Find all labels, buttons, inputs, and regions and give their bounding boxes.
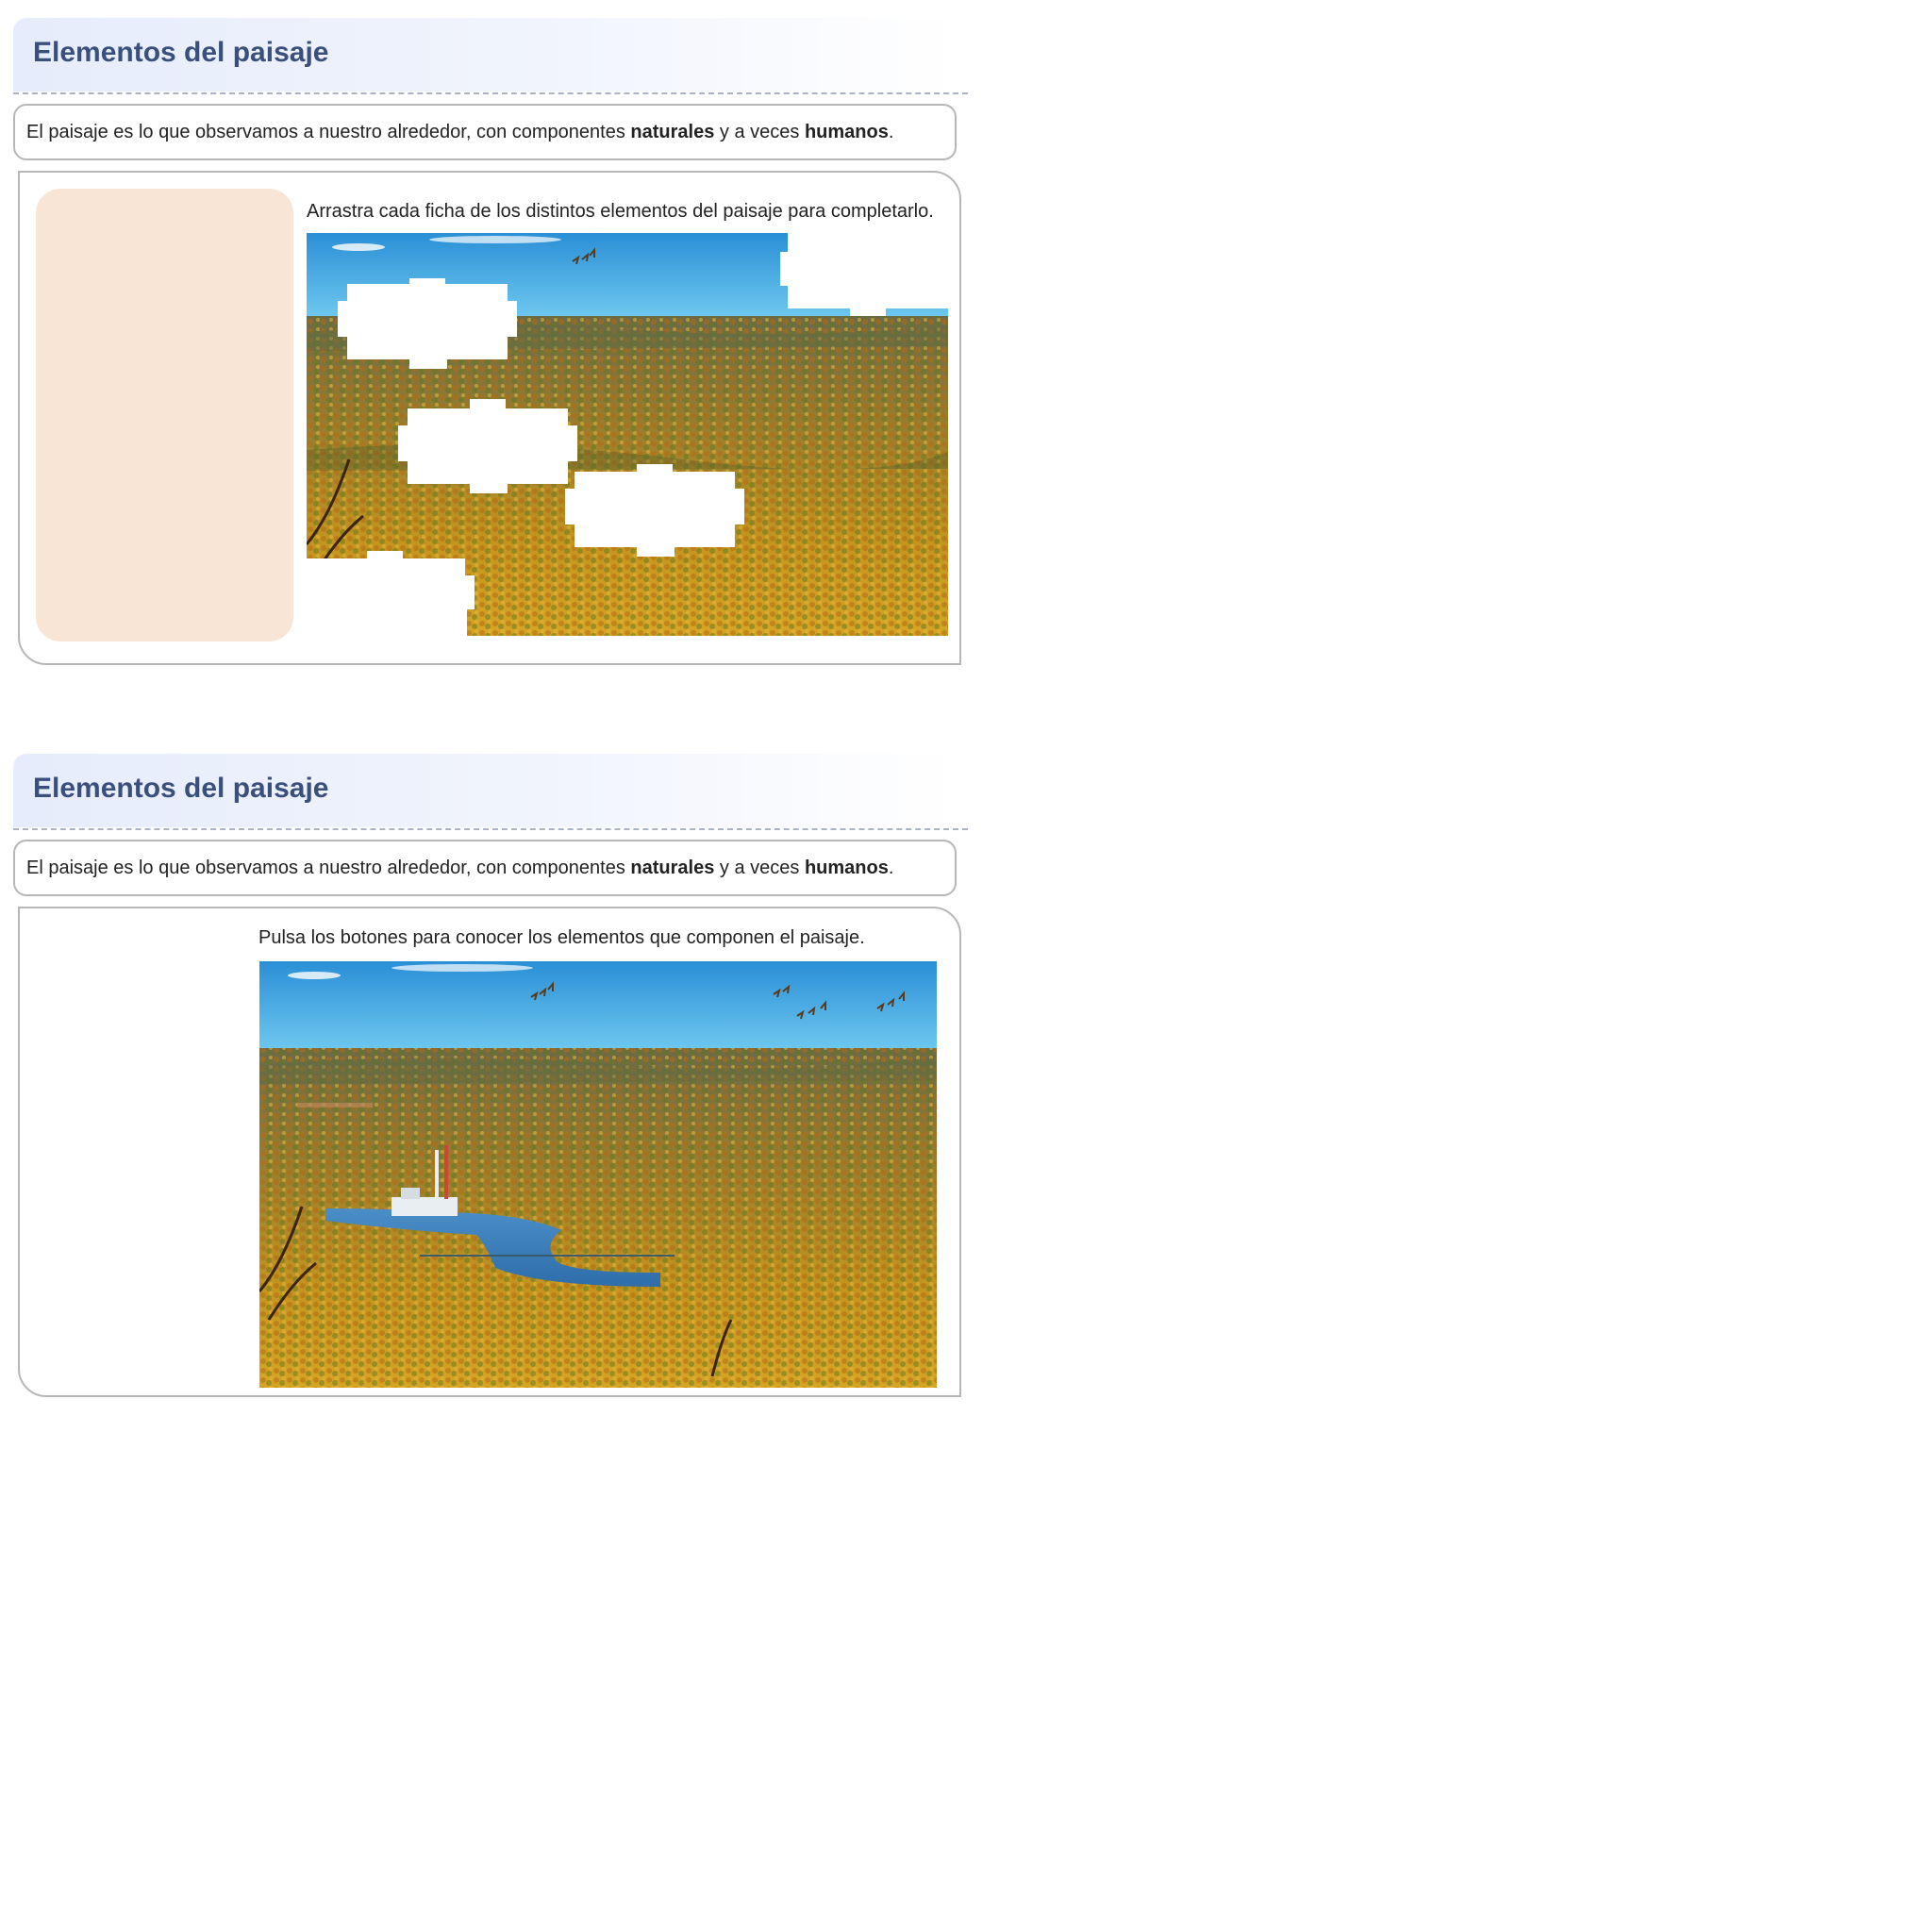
instruction-text: Pulsa los botones para conocer los eleme… bbox=[258, 927, 865, 948]
activity-panel: Pulsa los botones para conocer los eleme… bbox=[18, 907, 961, 1397]
puzzle-slot-trees[interactable] bbox=[307, 551, 476, 636]
intro-text: El paisaje es lo que observamos a nuestr… bbox=[13, 104, 957, 160]
intro-text-start: El paisaje es lo que observamos a nuestr… bbox=[26, 122, 631, 142]
intro-text-middle: y a veces bbox=[714, 858, 805, 878]
landscape-image bbox=[259, 961, 937, 1388]
intro-text: El paisaje es lo que observamos a nuestr… bbox=[13, 840, 957, 896]
instruction-text: Arrastra cada ficha de los distintos ele… bbox=[307, 201, 934, 222]
divider bbox=[13, 92, 968, 94]
page-title: Elementos del paisaje bbox=[33, 37, 329, 68]
activity-header: Elementos del paisaje bbox=[13, 18, 957, 92]
token-tray[interactable] bbox=[36, 189, 293, 641]
divider bbox=[13, 828, 968, 830]
puzzle-slot-river[interactable] bbox=[565, 464, 744, 558]
intro-bold-naturales: naturales bbox=[630, 122, 715, 142]
intro-bold-humanos: humanos bbox=[804, 122, 889, 142]
page-title: Elementos del paisaje bbox=[33, 773, 329, 804]
landscape-scene[interactable] bbox=[259, 961, 937, 1388]
landscape-puzzle[interactable] bbox=[307, 233, 948, 636]
intro-text-middle: y a veces bbox=[714, 122, 805, 142]
puzzle-slot-birds[interactable] bbox=[780, 233, 948, 318]
activity-header: Elementos del paisaje bbox=[13, 754, 957, 827]
intro-bold-naturales: naturales bbox=[630, 858, 715, 878]
intro-text-end: . bbox=[888, 858, 894, 878]
puzzle-slot-cloud[interactable] bbox=[338, 278, 517, 373]
intro-text-start: El paisaje es lo que observamos a nuestr… bbox=[26, 858, 631, 878]
activity-panel: Arrastra cada ficha de los distintos ele… bbox=[18, 171, 961, 665]
puzzle-slot-factory[interactable] bbox=[398, 399, 577, 493]
intro-bold-humanos: humanos bbox=[804, 858, 889, 878]
intro-text-end: . bbox=[888, 122, 894, 142]
